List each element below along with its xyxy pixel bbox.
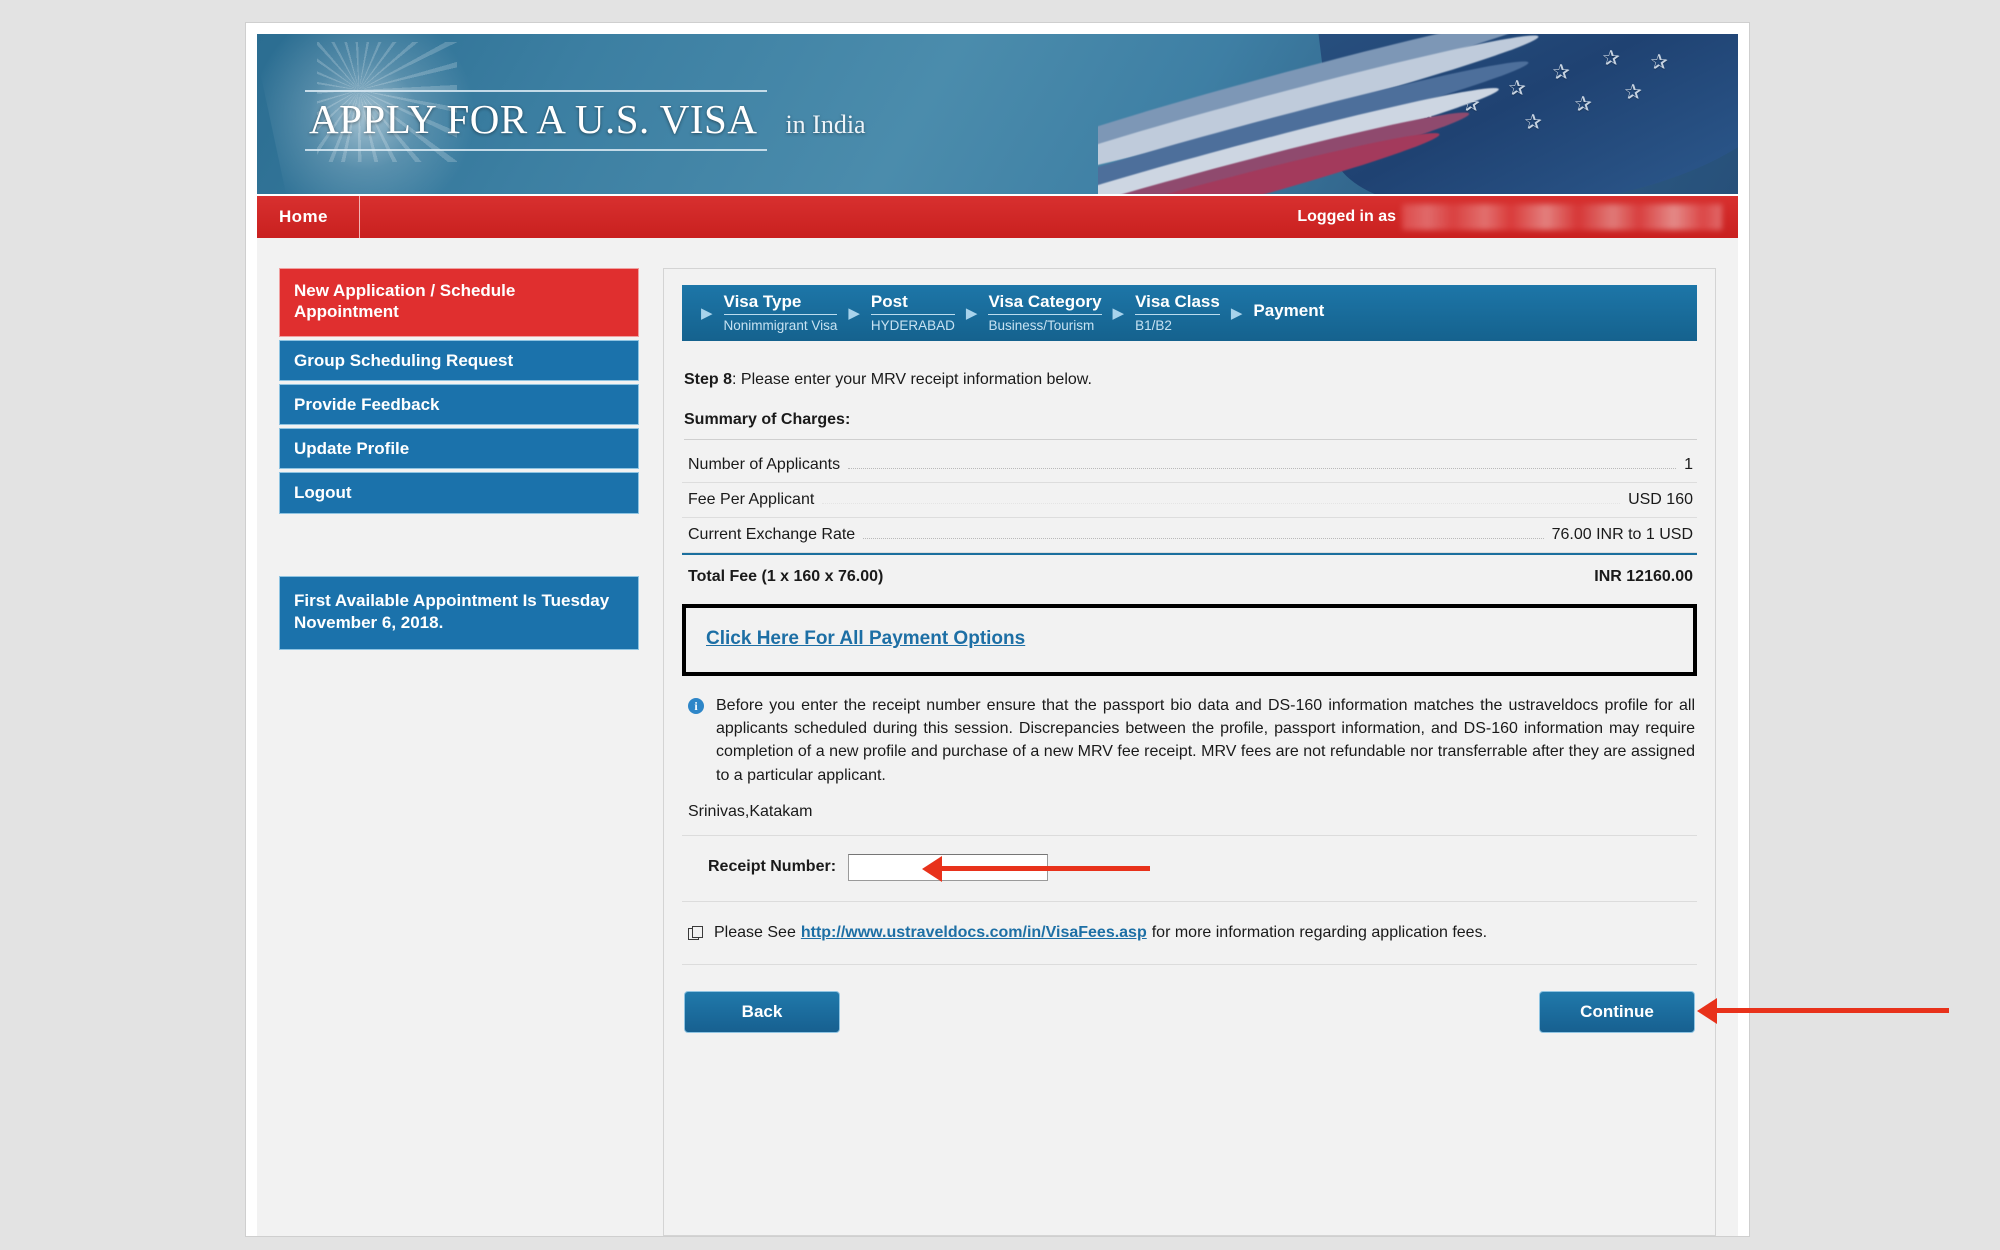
sidebar-item-logout[interactable]: Logout [279,472,639,513]
charge-label: Current Exchange Rate [688,526,855,544]
payment-options-box: Click Here For All Payment Options [682,604,1697,676]
sidebar: New Application / Schedule Appointment G… [279,268,639,1236]
login-status: Logged in as [360,196,1738,238]
us-flag-icon: ✰ ✰ ✰ ✰ ✰ ✰ ✰ ✰ ✰ [1098,34,1738,194]
applicant-name: Srinivas,Katakam [682,787,1697,836]
logged-in-label: Logged in as [1297,208,1396,226]
form-button-row: Back Continue [682,965,1697,1043]
visa-fees-link[interactable]: http://www.ustraveldocs.com/in/VisaFees.… [801,924,1147,942]
site-banner: ✰ ✰ ✰ ✰ ✰ ✰ ✰ ✰ ✰ APPLY FOR A U.S. VISA … [257,34,1738,194]
sidebar-item-update-profile[interactable]: Update Profile [279,428,639,469]
first-available-appointment-notice: First Available Appointment Is Tuesday N… [279,576,639,650]
summary-of-charges-heading: Summary of Charges: [684,411,1697,440]
step-instruction-text: : Please enter your MRV receipt informat… [732,371,1092,388]
breadcrumb-step-value: B1/B2 [1135,315,1220,333]
breadcrumb-step-payment: Payment [1253,301,1324,325]
total-fee-label: Total Fee (1 x 160 x 76.00) [688,568,883,586]
info-notice: i Before you enter the receipt number en… [682,694,1697,787]
leader-dots [863,538,1543,539]
sidebar-item-new-application[interactable]: New Application / Schedule Appointment [279,268,639,337]
page-shell: ✰ ✰ ✰ ✰ ✰ ✰ ✰ ✰ ✰ APPLY FOR A U.S. VISA … [257,34,1738,1236]
fees-prefix-text: Please See [714,924,796,942]
leader-dots [822,503,1620,504]
banner-title: APPLY FOR A U.S. VISA [305,90,767,151]
breadcrumb-step-value: Business/Tourism [988,315,1101,333]
breadcrumb-step-title: Visa Type [724,292,838,315]
breadcrumb-step-visa-category[interactable]: Visa Category Business/Tourism [988,292,1101,335]
top-navigation-bar: Home Logged in as [257,194,1738,238]
step-instruction: Step 8: Please enter your MRV receipt in… [684,371,1697,389]
charge-label: Fee Per Applicant [688,491,814,509]
chevron-right-icon: ▶ [839,306,869,321]
receipt-number-input[interactable] [848,854,1048,881]
fees-suffix-text: for more information regarding applicati… [1152,924,1487,942]
info-icon: i [688,698,704,714]
payment-options-link[interactable]: Click Here For All Payment Options [706,628,1025,649]
external-link-icon [688,926,703,940]
step-number-label: Step 8 [684,371,732,388]
visa-fees-info-line: Please See http://www.ustraveldocs.com/i… [682,902,1697,965]
charge-row-exchange-rate: Current Exchange Rate 76.00 INR to 1 USD [682,518,1697,553]
charge-value: 76.00 INR to 1 USD [1552,526,1693,544]
leader-dots [848,468,1676,469]
sidebar-item-group-scheduling[interactable]: Group Scheduling Request [279,340,639,381]
logged-in-username-redacted [1402,204,1722,230]
breadcrumb-step-value: HYDERABAD [871,315,955,333]
nav-item-home[interactable]: Home [257,196,360,238]
charge-row-number-of-applicants: Number of Applicants 1 [682,448,1697,483]
charge-row-fee-per-applicant: Fee Per Applicant USD 160 [682,483,1697,518]
charge-label: Number of Applicants [688,456,840,474]
chevron-right-icon: ▶ [957,306,987,321]
breadcrumb-step-post[interactable]: Post HYDERABAD [871,292,955,335]
receipt-number-label: Receipt Number: [708,858,836,876]
breadcrumb-step-title: Visa Category [988,292,1101,315]
breadcrumb-step-title: Payment [1253,301,1324,323]
annotation-arrow-continue [1697,1006,1949,1016]
receipt-number-row: Receipt Number: [682,836,1697,902]
chevron-right-icon: ▶ [692,306,722,321]
breadcrumb-step-title: Post [871,292,955,315]
breadcrumb-step-value: Nonimmigrant Visa [724,315,838,333]
sidebar-item-provide-feedback[interactable]: Provide Feedback [279,384,639,425]
banner-subtitle: in India [785,110,865,140]
charge-value: 1 [1684,456,1693,474]
main-panel: ▶ Visa Type Nonimmigrant Visa ▶ Post HYD… [663,268,1716,1236]
breadcrumb-step-title: Visa Class [1135,292,1220,315]
breadcrumb-step-visa-type[interactable]: Visa Type Nonimmigrant Visa [724,292,838,335]
banner-title-group: APPLY FOR A U.S. VISA in India [305,90,866,151]
breadcrumb-step-visa-class[interactable]: Visa Class B1/B2 [1135,292,1220,335]
continue-button[interactable]: Continue [1539,991,1695,1033]
back-button[interactable]: Back [684,991,840,1033]
page-content: New Application / Schedule Appointment G… [257,238,1738,1236]
charge-value: USD 160 [1628,491,1693,509]
total-fee-row: Total Fee (1 x 160 x 76.00) INR 12160.00 [682,553,1697,602]
chevron-right-icon: ▶ [1104,306,1134,321]
browser-page-frame: ✰ ✰ ✰ ✰ ✰ ✰ ✰ ✰ ✰ APPLY FOR A U.S. VISA … [245,22,1750,1237]
chevron-right-icon: ▶ [1222,306,1252,321]
info-notice-text: Before you enter the receipt number ensu… [716,694,1695,787]
total-fee-value: INR 12160.00 [1594,568,1693,586]
breadcrumb: ▶ Visa Type Nonimmigrant Visa ▶ Post HYD… [682,285,1697,341]
